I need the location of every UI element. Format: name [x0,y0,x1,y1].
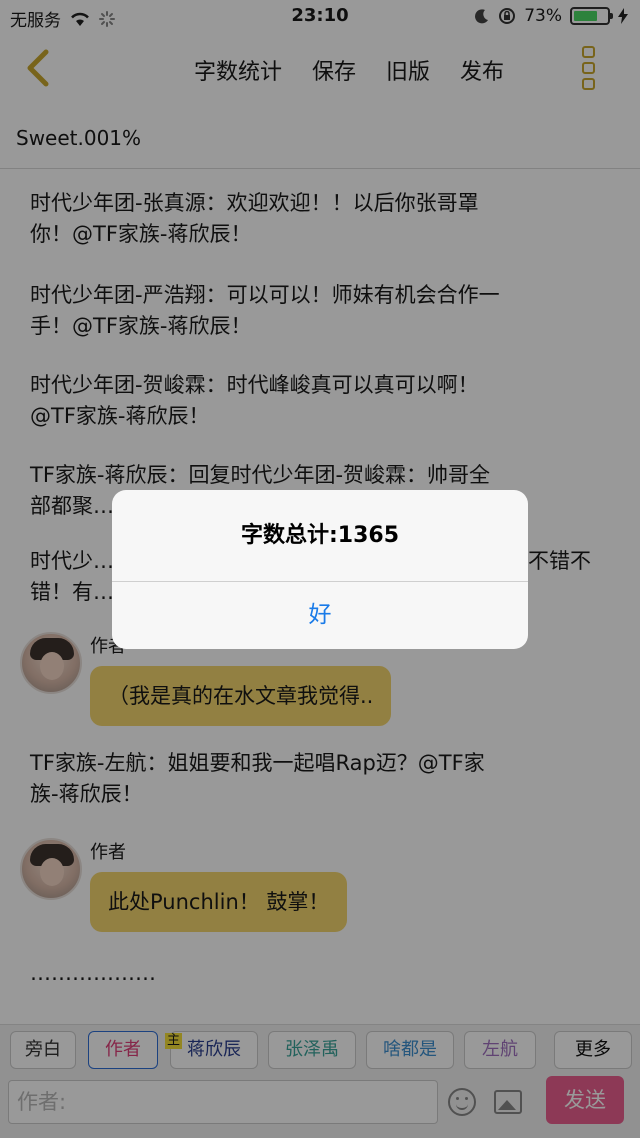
alert-ok-button[interactable]: 好 [112,582,528,649]
alert-title: 字数总计:1365 [240,523,400,548]
word-count-alert: 字数总计:1365 好 [112,490,528,649]
